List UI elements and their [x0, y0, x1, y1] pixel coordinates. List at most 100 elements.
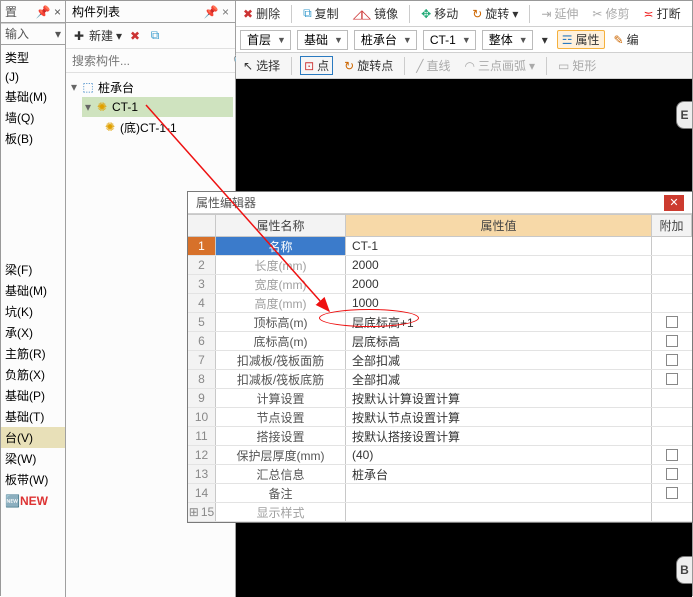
extra-cell[interactable]: [652, 389, 692, 407]
tree-root[interactable]: ▾ ⬚ 桩承台: [68, 77, 233, 97]
property-row[interactable]: 14备注: [188, 484, 692, 503]
property-value[interactable]: 层底标高+1: [346, 313, 652, 331]
property-row[interactable]: 10节点设置按默认节点设置计算: [188, 408, 692, 427]
property-value[interactable]: 层底标高: [346, 332, 652, 350]
property-row[interactable]: 8扣减板/筏板底筋全部扣减: [188, 370, 692, 389]
extra-cell[interactable]: [652, 446, 692, 464]
type-dropdown[interactable]: 桩承台▼: [354, 30, 417, 50]
close-button[interactable]: ✕: [664, 195, 684, 211]
extra-cell[interactable]: [652, 370, 692, 388]
property-value[interactable]: 桩承台: [346, 465, 652, 483]
property-row[interactable]: 4高度(mm)1000: [188, 294, 692, 313]
rotate-button[interactable]: ↻旋转▾: [469, 4, 521, 23]
extra-cell[interactable]: [652, 294, 692, 312]
property-row[interactable]: 3宽度(mm)2000: [188, 275, 692, 294]
extra-cell[interactable]: [652, 332, 692, 350]
property-row[interactable]: 5顶标高(m)层底标高+1: [188, 313, 692, 332]
extra-cell[interactable]: [652, 313, 692, 331]
copy-button[interactable]: ⧉: [148, 29, 162, 43]
extra-cell[interactable]: [652, 351, 692, 369]
checkbox[interactable]: [666, 335, 678, 347]
property-value[interactable]: 全部扣减: [346, 351, 652, 369]
move-button[interactable]: ✥移动: [418, 4, 461, 23]
property-value[interactable]: [346, 503, 652, 521]
list-item[interactable]: 台(V): [1, 427, 65, 448]
new-button[interactable]: ✚ 新建 ▾: [72, 27, 122, 44]
point-button[interactable]: ⊡点: [300, 56, 333, 75]
list-item[interactable]: 坑(K): [1, 301, 65, 322]
list-item[interactable]: 墙(Q): [1, 107, 65, 128]
extra-cell[interactable]: [652, 275, 692, 293]
property-value[interactable]: CT-1: [346, 237, 652, 255]
property-value[interactable]: (40): [346, 446, 652, 464]
property-row[interactable]: 11搭接设置按默认搭接设置计算: [188, 427, 692, 446]
property-value[interactable]: 按默认搭接设置计算: [346, 427, 652, 445]
property-value[interactable]: 2000: [346, 275, 652, 293]
extra-cell[interactable]: [652, 256, 692, 274]
extra-cell[interactable]: [652, 237, 692, 255]
list-item[interactable]: 基础(T): [1, 406, 65, 427]
checkbox[interactable]: [666, 449, 678, 461]
delete-button[interactable]: ✖删除: [240, 4, 283, 23]
pin-icon[interactable]: 📌 ×: [204, 1, 229, 22]
list-item[interactable]: 负筋(X): [1, 364, 65, 385]
list-item[interactable]: 承(X): [1, 322, 65, 343]
property-row[interactable]: 1名称CT-1: [188, 237, 692, 256]
dialog-titlebar[interactable]: 属性编辑器 ✕: [188, 192, 692, 214]
collapse-icon[interactable]: ▾: [68, 80, 80, 94]
mirror-button[interactable]: ◿◺镜像: [350, 4, 401, 23]
panel-pin-icon[interactable]: 📌 ×: [36, 1, 61, 23]
property-row[interactable]: 7扣减板/筏板面筋全部扣减: [188, 351, 692, 370]
copy-button[interactable]: ⧉复制: [300, 4, 342, 23]
property-value[interactable]: 2000: [346, 256, 652, 274]
extra-cell[interactable]: [652, 465, 692, 483]
property-value[interactable]: 按默认计算设置计算: [346, 389, 652, 407]
list-item[interactable]: 梁(W): [1, 448, 65, 469]
break-button[interactable]: ≍打断: [641, 4, 684, 23]
category-dropdown[interactable]: 基础▼: [297, 30, 348, 50]
property-value[interactable]: 按默认节点设置计算: [346, 408, 652, 426]
view-dropdown[interactable]: 整体▼: [482, 30, 533, 50]
delete-button[interactable]: ✖: [128, 29, 142, 43]
property-row[interactable]: 2长度(mm)2000: [188, 256, 692, 275]
property-value[interactable]: [346, 484, 652, 502]
property-row[interactable]: 9计算设置按默认计算设置计算: [188, 389, 692, 408]
dropdown-arrow[interactable]: ▾: [539, 32, 551, 48]
checkbox[interactable]: [666, 487, 678, 499]
list-item[interactable]: 主筋(R): [1, 343, 65, 364]
tree-item-ct1[interactable]: ▾ ✺ CT-1: [82, 97, 233, 117]
edge-tab-e[interactable]: E: [676, 101, 692, 129]
checkbox[interactable]: [666, 354, 678, 366]
property-value[interactable]: 全部扣减: [346, 370, 652, 388]
list-item[interactable]: 基础(M): [1, 86, 65, 107]
panel-dropdown-icon[interactable]: ▾: [55, 23, 61, 45]
list-item[interactable]: 板(B): [1, 128, 65, 149]
list-item[interactable]: 梁(F): [1, 259, 65, 280]
list-item[interactable]: (J): [1, 68, 65, 86]
checkbox[interactable]: [666, 373, 678, 385]
list-item[interactable]: 板带(W): [1, 469, 65, 490]
rotate-point-button[interactable]: ↻旋转点: [341, 56, 396, 75]
extra-cell[interactable]: [652, 503, 692, 521]
list-item[interactable]: 基础(P): [1, 385, 65, 406]
property-row[interactable]: 12保护层厚度(mm)(40): [188, 446, 692, 465]
layer-dropdown[interactable]: 首层▼: [240, 30, 291, 50]
property-value[interactable]: 1000: [346, 294, 652, 312]
property-row[interactable]: 13汇总信息桩承台: [188, 465, 692, 484]
checkbox[interactable]: [666, 316, 678, 328]
search-input[interactable]: [66, 52, 233, 70]
property-row[interactable]: 6底标高(m)层底标高: [188, 332, 692, 351]
checkbox[interactable]: [666, 468, 678, 480]
extra-cell[interactable]: [652, 427, 692, 445]
extra-cell[interactable]: [652, 484, 692, 502]
list-item[interactable]: 基础(M): [1, 280, 65, 301]
edit-button[interactable]: ✎编: [611, 30, 642, 49]
tree-item-ct1-1[interactable]: ✺ (底)CT-1-1: [102, 117, 233, 137]
collapse-icon[interactable]: ▾: [82, 100, 94, 114]
select-button[interactable]: ↖选择: [240, 56, 283, 75]
property-row[interactable]: ⊞15显示样式: [188, 503, 692, 522]
list-item[interactable]: 类型: [1, 47, 65, 68]
property-button[interactable]: ☲属性: [557, 30, 605, 49]
extra-cell[interactable]: [652, 408, 692, 426]
edge-tab-b[interactable]: B: [676, 556, 692, 584]
